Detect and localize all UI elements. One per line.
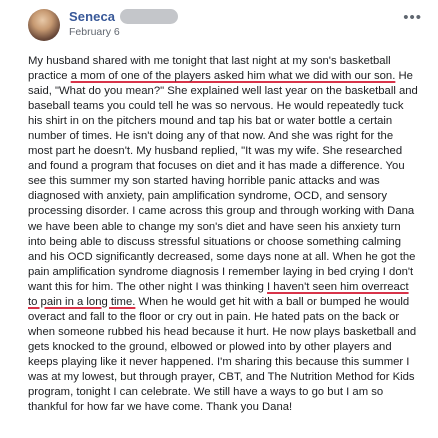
post-text-segment: When he would get hit with a ball or bum… (28, 295, 417, 414)
redacted-name-bar (120, 9, 179, 24)
author-block: Seneca February 6 (69, 9, 179, 38)
post-text-segment: He said, "What do you mean?" She explain… (28, 70, 418, 293)
post-date[interactable]: February 6 (69, 26, 178, 38)
author-name[interactable]: Seneca (69, 9, 115, 24)
post-card: Seneca February 6 ••• My husband shared … (0, 0, 438, 438)
more-horizontal-icon[interactable]: ••• (403, 10, 422, 25)
avatar[interactable] (28, 9, 60, 41)
highlighted-quote-1: a mom of one of the players asked him wh… (70, 70, 396, 83)
post-body: My husband shared with me tonight that l… (28, 54, 426, 415)
post-header: Seneca February 6 (28, 6, 428, 50)
author-row: Seneca (69, 9, 179, 24)
